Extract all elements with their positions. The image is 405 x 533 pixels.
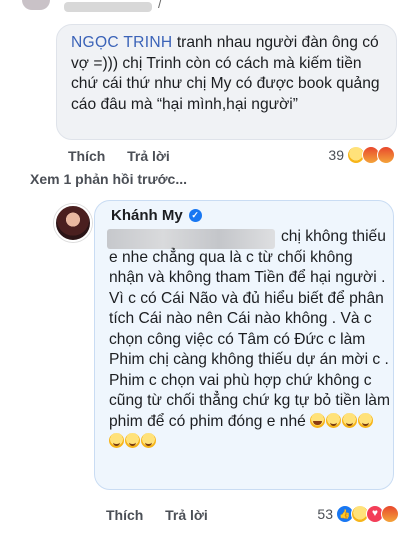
avatar — [22, 0, 50, 10]
angry-icon — [377, 146, 395, 164]
comment-actions: Thích Trả lời — [68, 148, 170, 164]
like-button[interactable]: Thích — [106, 507, 143, 523]
author-row: Khánh My ✓ — [111, 207, 202, 224]
reply-bubble: Khánh My ✓ chị không thiếu e nhe chẳng q… — [94, 200, 394, 490]
reply-actions: Thích Trả lời — [106, 507, 208, 523]
reply-paragraph: Phim chị càng không thiếu dự án mời c . … — [109, 350, 391, 453]
smiling-emoji-icon — [141, 433, 156, 448]
comment-text: NGỌC TRINH tranh nhau người đàn ông có v… — [71, 34, 380, 113]
reaction-summary[interactable]: 39 — [328, 146, 395, 164]
angry-icon — [381, 505, 399, 523]
smiling-emoji-icon — [326, 412, 342, 428]
redacted-name — [64, 2, 152, 12]
verified-badge-icon: ✓ — [188, 209, 202, 222]
reply-button[interactable]: Trả lời — [127, 148, 170, 164]
smiling-emoji-icon — [358, 412, 374, 428]
like-button[interactable]: Thích — [68, 148, 105, 164]
avatar[interactable] — [54, 204, 92, 242]
reply-text: chị không thiếu e nhe chẳng qua là c từ … — [109, 227, 391, 453]
author-name[interactable]: Khánh My — [111, 207, 183, 224]
smiling-emoji-icon — [125, 433, 140, 448]
reaction-count: 39 — [328, 147, 344, 163]
reply-paragraph: chị không thiếu e nhe chẳng qua là c từ … — [109, 228, 386, 348]
reaction-count: 53 — [317, 506, 333, 522]
previous-comment-fragment: / — [0, 0, 405, 24]
view-previous-replies-link[interactable]: Xem 1 phản hồi trước... — [30, 171, 187, 187]
reaction-summary[interactable]: 53 👍 ♥ — [317, 505, 399, 523]
smiling-emoji-icon — [342, 412, 358, 428]
smiling-emoji-icon — [109, 433, 124, 448]
comment-bubble: NGỌC TRINH tranh nhau người đàn ông có v… — [56, 24, 397, 140]
reply-button[interactable]: Trả lời — [165, 507, 208, 523]
laughing-emoji-icon — [310, 412, 326, 428]
mention-link[interactable]: NGỌC TRINH — [71, 34, 172, 51]
partial-text: / — [158, 0, 162, 11]
